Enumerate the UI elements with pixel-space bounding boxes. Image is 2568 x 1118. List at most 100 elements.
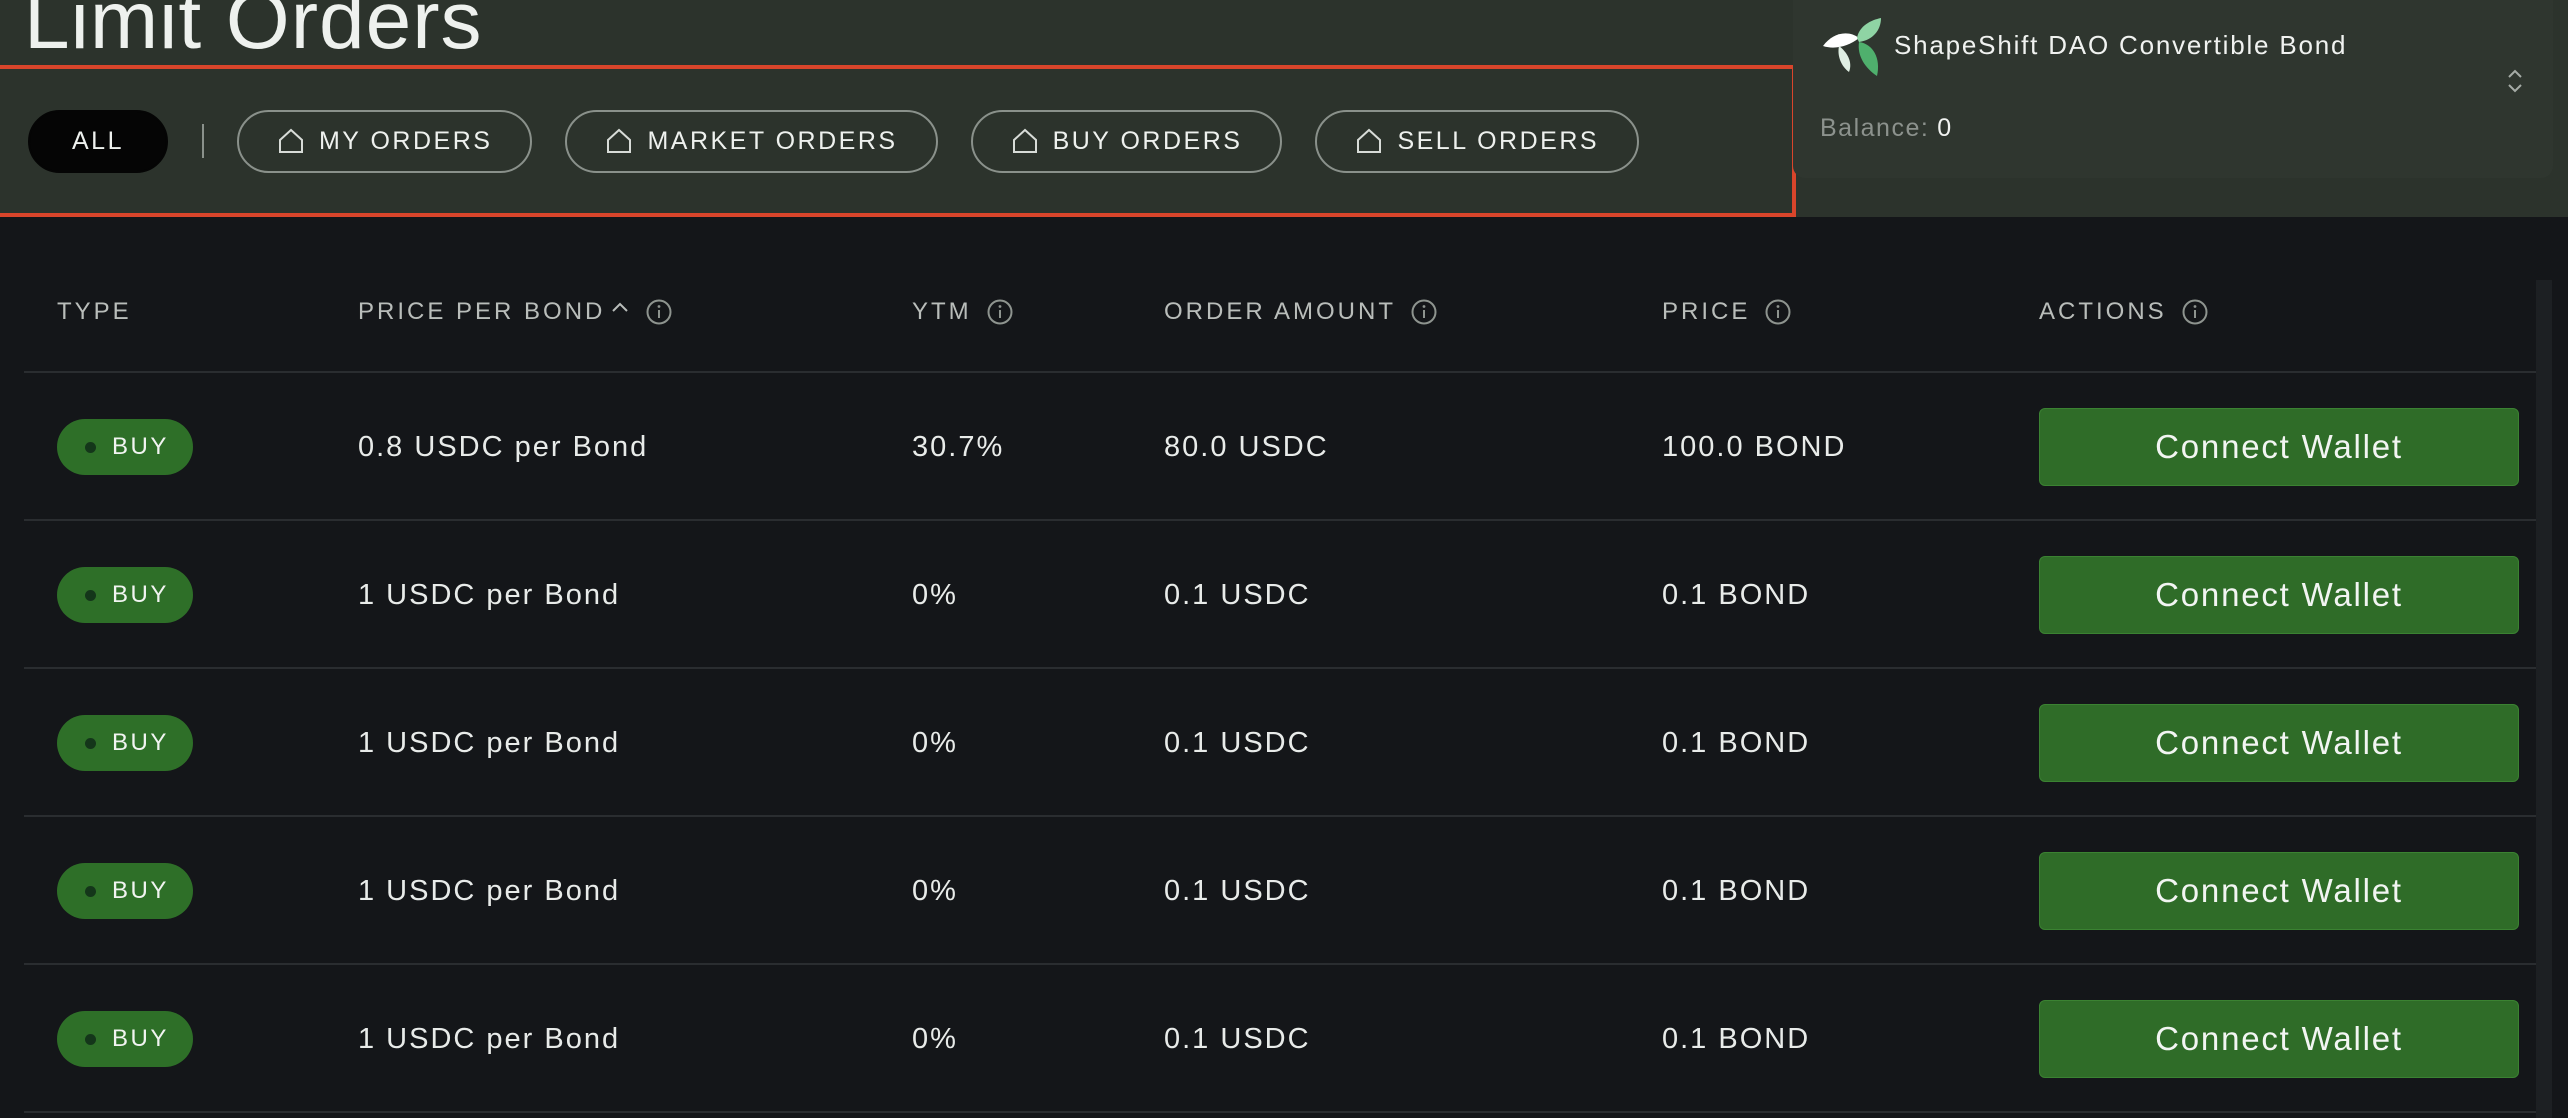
- column-header-ytm[interactable]: YTM: [912, 298, 1014, 326]
- column-header-actions[interactable]: ACTIONS: [2039, 298, 2209, 326]
- price-cell: 0.1 BOND: [1662, 578, 1811, 611]
- column-header-price-per-bond[interactable]: PRICE PER BOND: [358, 298, 673, 326]
- info-icon[interactable]: [2181, 298, 2209, 326]
- buy-badge: BUY: [57, 1011, 193, 1067]
- order-amount-cell: 0.1 USDC: [1164, 874, 1311, 907]
- page-title: Limit Orders: [24, 0, 483, 66]
- type-cell: BUY: [57, 965, 193, 1113]
- filter-my-orders-button[interactable]: MY ORDERS: [236, 109, 533, 173]
- type-cell: BUY: [57, 817, 193, 965]
- table-scrollbar[interactable]: [2536, 280, 2552, 1118]
- order-amount-cell: 0.1 USDC: [1164, 1022, 1311, 1055]
- connect-wallet-button[interactable]: Connect Wallet: [2039, 704, 2519, 782]
- bond-name: ShapeShift DAO Convertible Bond: [1894, 30, 2348, 60]
- info-icon[interactable]: [645, 298, 673, 326]
- house-icon: [607, 128, 632, 153]
- order-filter-bar: ALL MY ORDERS MARKET ORDERS BUY ORDERS S…: [0, 65, 1796, 217]
- sort-ascending-icon: [612, 302, 629, 312]
- column-header-label: PRICE: [1662, 298, 1751, 325]
- price-per-bond-cell: 0.8 USDC per Bond: [358, 430, 649, 463]
- house-icon: [278, 128, 303, 153]
- bond-selector[interactable]: ShapeShift DAO Convertible Bond Balance:…: [1793, 0, 2553, 178]
- actions-cell: Connect Wallet: [2039, 817, 2519, 965]
- balance-value: 0: [1937, 114, 1953, 142]
- table-row: BUY 1 USDC per Bond 0% 0.1 USDC 0.1 BOND…: [24, 669, 2538, 817]
- table-row: BUY 1 USDC per Bond 0% 0.1 USDC 0.1 BOND…: [24, 817, 2538, 965]
- column-header-label: ACTIONS: [2039, 298, 2167, 325]
- filter-all-label: ALL: [72, 126, 124, 155]
- price-per-bond-cell: 1 USDC per Bond: [358, 874, 621, 907]
- info-icon[interactable]: [1410, 298, 1438, 326]
- buy-badge: BUY: [57, 567, 193, 623]
- badge-label: BUY: [112, 581, 169, 608]
- actions-cell: Connect Wallet: [2039, 521, 2519, 669]
- buy-badge: BUY: [57, 863, 193, 919]
- type-cell: BUY: [57, 373, 193, 521]
- table-header: TYPE PRICE PER BOND YTM ORDER AMOUNT PRI…: [24, 253, 2538, 373]
- actions-cell: Connect Wallet: [2039, 965, 2519, 1113]
- badge-label: BUY: [112, 877, 169, 904]
- connect-wallet-button[interactable]: Connect Wallet: [2039, 408, 2519, 486]
- connect-wallet-button[interactable]: Connect Wallet: [2039, 852, 2519, 930]
- ytm-cell: 0%: [912, 578, 958, 611]
- column-header-label: PRICE PER BOND: [358, 298, 606, 325]
- status-dot-icon: [85, 441, 96, 453]
- filter-sell-orders-label: SELL ORDERS: [1397, 126, 1600, 155]
- price-per-bond-cell: 1 USDC per Bond: [358, 1022, 621, 1055]
- house-icon: [1357, 128, 1382, 153]
- limit-orders-page: Limit Orders ALL MY ORDERS MARKET ORDERS…: [0, 0, 2568, 1118]
- connect-wallet-button[interactable]: Connect Wallet: [2039, 556, 2519, 634]
- order-amount-cell: 80.0 USDC: [1164, 430, 1329, 463]
- price-cell: 100.0 BOND: [1662, 430, 1847, 463]
- column-header-label: YTM: [912, 298, 972, 325]
- table-row: BUY 0.8 USDC per Bond 30.7% 80.0 USDC 10…: [24, 373, 2538, 521]
- filter-market-orders-button[interactable]: MARKET ORDERS: [565, 109, 938, 173]
- badge-label: BUY: [112, 1025, 169, 1052]
- status-dot-icon: [85, 1033, 96, 1045]
- price-per-bond-cell: 1 USDC per Bond: [358, 726, 621, 759]
- price-per-bond-cell: 1 USDC per Bond: [358, 578, 621, 611]
- column-header-label: ORDER AMOUNT: [1164, 298, 1397, 325]
- filter-my-orders-label: MY ORDERS: [318, 126, 493, 155]
- price-cell: 0.1 BOND: [1662, 726, 1811, 759]
- badge-label: BUY: [112, 433, 169, 460]
- type-cell: BUY: [57, 521, 193, 669]
- connect-wallet-button[interactable]: Connect Wallet: [2039, 1000, 2519, 1078]
- order-amount-cell: 0.1 USDC: [1164, 578, 1311, 611]
- filter-buy-orders-label: BUY ORDERS: [1052, 126, 1243, 155]
- type-cell: BUY: [57, 669, 193, 817]
- shapeshift-logo-icon: [1823, 18, 1881, 76]
- filter-sell-orders-button[interactable]: SELL ORDERS: [1315, 109, 1640, 173]
- chevron-up-down-icon[interactable]: [2504, 66, 2526, 96]
- filter-market-orders-label: MARKET ORDERS: [647, 126, 898, 155]
- column-header-label: TYPE: [57, 298, 132, 325]
- buy-badge: BUY: [57, 715, 193, 771]
- table-row: BUY 1 USDC per Bond 0% 0.1 USDC 0.1 BOND…: [24, 965, 2538, 1113]
- ytm-cell: 0%: [912, 1022, 958, 1055]
- status-dot-icon: [85, 589, 96, 601]
- order-amount-cell: 0.1 USDC: [1164, 726, 1311, 759]
- column-header-price[interactable]: PRICE: [1662, 298, 1792, 326]
- info-icon[interactable]: [986, 298, 1014, 326]
- actions-cell: Connect Wallet: [2039, 669, 2519, 817]
- ytm-cell: 30.7%: [912, 430, 1005, 463]
- actions-cell: Connect Wallet: [2039, 373, 2519, 521]
- buy-badge: BUY: [57, 419, 193, 475]
- orders-table: TYPE PRICE PER BOND YTM ORDER AMOUNT PRI…: [24, 253, 2538, 1113]
- column-header-type[interactable]: TYPE: [57, 298, 132, 326]
- status-dot-icon: [85, 885, 96, 897]
- filter-all-button[interactable]: ALL: [28, 109, 168, 173]
- ytm-cell: 0%: [912, 874, 958, 907]
- header-band: Limit Orders ALL MY ORDERS MARKET ORDERS…: [0, 0, 2568, 217]
- ytm-cell: 0%: [912, 726, 958, 759]
- price-cell: 0.1 BOND: [1662, 874, 1811, 907]
- price-cell: 0.1 BOND: [1662, 1022, 1811, 1055]
- table-row: BUY 1 USDC per Bond 0% 0.1 USDC 0.1 BOND…: [24, 521, 2538, 669]
- balance-label: Balance:: [1820, 114, 1930, 142]
- column-header-order-amount[interactable]: ORDER AMOUNT: [1164, 298, 1438, 326]
- filter-divider: [201, 124, 204, 158]
- house-icon: [1012, 128, 1037, 153]
- info-icon[interactable]: [1764, 298, 1792, 326]
- filter-buy-orders-button[interactable]: BUY ORDERS: [970, 109, 1283, 173]
- status-dot-icon: [85, 737, 96, 749]
